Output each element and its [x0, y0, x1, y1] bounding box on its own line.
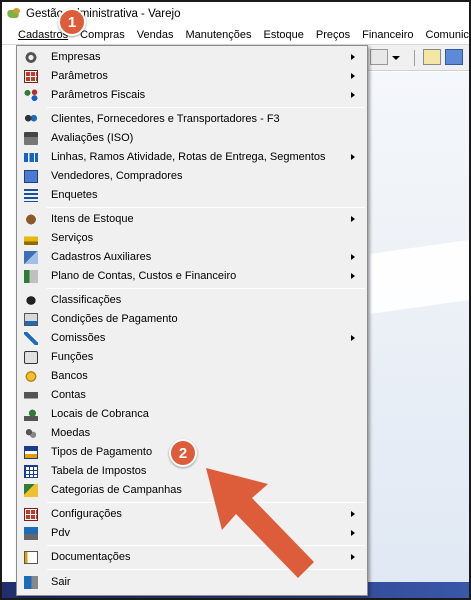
menu-item-plano-contas[interactable]: Plano de Contas, Custos e Financeiro [17, 267, 367, 286]
commission-icon [24, 332, 38, 345]
menu-compras[interactable]: Compras [80, 29, 125, 41]
submenu-arrow-icon [351, 54, 355, 60]
menu-item-servicos[interactable]: Serviços [17, 229, 367, 248]
menu-item-locais-cobranca[interactable]: Locais de Cobranca [17, 405, 367, 424]
network-icon [24, 89, 38, 102]
menu-item-vendedores[interactable]: Vendedores, Compradores [17, 167, 367, 186]
step-2-badge: 2 [169, 439, 197, 467]
menu-estoque[interactable]: Estoque [264, 29, 304, 41]
menu-separator [47, 207, 365, 208]
menu-item-condicoes-pagamento[interactable]: Condições de Pagamento [17, 310, 367, 329]
people-icon [24, 113, 38, 126]
app-logo-icon [7, 8, 21, 20]
submenu-arrow-icon [351, 154, 355, 160]
config-icon [24, 508, 38, 521]
location-icon [24, 408, 38, 421]
submenu-arrow-icon [351, 335, 355, 341]
account-icon [24, 389, 38, 402]
submenu-arrow-icon [351, 554, 355, 560]
conditions-icon [24, 313, 38, 326]
menu-item-classificacoes[interactable]: Classificações [17, 291, 367, 310]
exit-icon [24, 576, 38, 589]
menu-item-linhas[interactable]: Linhas, Ramos Atividade, Rotas de Entreg… [17, 148, 367, 167]
campaign-icon [24, 484, 38, 497]
workspace-background [368, 72, 469, 598]
iso-icon [24, 132, 38, 145]
window-title: Gestão Administrativa - Varejo [26, 8, 181, 20]
menu-item-cadastros-auxiliares[interactable]: Cadastros Auxiliares [17, 248, 367, 267]
submenu-arrow-icon [351, 511, 355, 517]
menu-comunica[interactable]: Comunica [426, 29, 470, 41]
submenu-arrow-icon [351, 273, 355, 279]
card-icon [24, 446, 38, 459]
menu-item-parametros-fiscais[interactable]: Parâmetros Fiscais [17, 86, 367, 105]
menu-separator [47, 107, 365, 108]
calendar-icon[interactable] [423, 49, 441, 65]
list-icon [24, 189, 38, 202]
menu-manutencoes[interactable]: Manutenções [185, 29, 251, 41]
hardhat-icon [24, 232, 38, 245]
sellers-icon [24, 170, 38, 183]
step-1-badge: 1 [58, 8, 86, 36]
pointer-arrow-icon [206, 468, 314, 578]
docs-icon [24, 551, 38, 564]
toolbar-separator [414, 50, 415, 66]
pdv-icon [24, 527, 38, 540]
menu-item-bancos[interactable]: Bancos [17, 367, 367, 386]
functions-icon [24, 351, 38, 364]
table-icon [24, 465, 38, 478]
menu-item-enquetes[interactable]: Enquetes [17, 186, 367, 205]
submenu-arrow-icon [351, 530, 355, 536]
menu-item-parametros[interactable]: Parâmetros [17, 67, 367, 86]
submenu-arrow-icon [351, 254, 355, 260]
classification-icon [24, 294, 38, 307]
ball-icon [24, 213, 38, 226]
menu-item-clientes[interactable]: Clientes, Fornecedores e Transportadores… [17, 110, 367, 129]
accounts-icon [24, 270, 38, 283]
menu-item-comissoes[interactable]: Comissões [17, 329, 367, 348]
grid-icon [24, 70, 38, 83]
menu-item-empresas[interactable]: Empresas [17, 48, 367, 67]
print-setup-icon[interactable] [370, 49, 388, 65]
bars-icon [24, 153, 38, 162]
menu-vendas[interactable]: Vendas [137, 29, 174, 41]
menu-precos[interactable]: Preços [316, 29, 350, 41]
folders-icon [24, 251, 38, 264]
gear-icon [24, 51, 38, 64]
menu-item-moedas[interactable]: Moedas [17, 424, 367, 443]
submenu-arrow-icon [351, 92, 355, 98]
monitor-icon[interactable] [445, 49, 463, 65]
menu-item-funcoes[interactable]: Funções [17, 348, 367, 367]
menu-financeiro[interactable]: Financeiro [362, 29, 413, 41]
chevron-down-icon [392, 56, 400, 60]
menu-item-avaliacoes[interactable]: Avaliações (ISO) [17, 129, 367, 148]
menu-item-itens-estoque[interactable]: Itens de Estoque [17, 210, 367, 229]
menu-item-contas[interactable]: Contas [17, 386, 367, 405]
toolbar [368, 45, 469, 71]
app-window: Gestão Administrativa - Varejo Cadastros… [0, 0, 471, 600]
submenu-arrow-icon [351, 73, 355, 79]
coins-icon [24, 427, 38, 440]
bank-icon [24, 370, 38, 383]
menu-separator [47, 288, 365, 289]
submenu-arrow-icon [351, 216, 355, 222]
